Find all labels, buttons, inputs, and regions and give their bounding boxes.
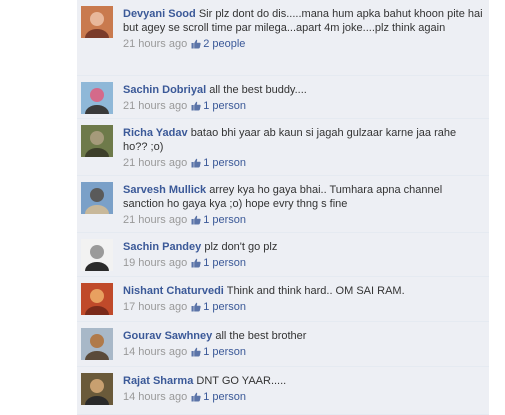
commenter-name[interactable]: Sarvesh Mullick [123, 184, 206, 196]
comment-item: Sachin Pandey plz don't go plz 19 hours … [77, 233, 489, 277]
thumbs-up-icon [191, 39, 201, 49]
thumbs-up-icon [191, 101, 201, 111]
profile-photo-icon [81, 328, 113, 360]
like-count: 1 person [203, 257, 247, 269]
like-count: 1 person [203, 391, 247, 403]
like-count-link[interactable]: 1 person [191, 213, 246, 227]
like-count: 1 person [203, 214, 247, 226]
like-count-link[interactable]: 1 person [191, 300, 246, 314]
profile-photo-icon [81, 373, 113, 405]
like-count-link[interactable]: 1 person [191, 345, 246, 359]
commenter-name[interactable]: Nishant Chaturvedi [123, 285, 224, 297]
profile-photo-icon [81, 283, 113, 315]
profile-photo-icon [81, 182, 113, 214]
comment-text: all the best brother [215, 330, 307, 342]
avatar[interactable] [81, 182, 113, 214]
comment-text: all the best buddy.... [209, 84, 307, 96]
profile-photo-icon [81, 82, 113, 114]
profile-photo-icon [81, 239, 113, 271]
commenter-name[interactable]: Sachin Dobriyal [123, 84, 206, 96]
comment-list: Devyani Sood Sir plz dont do dis.....man… [77, 0, 489, 415]
comment-item: Sarvesh Mullick arrey kya ho gaya bhai..… [77, 176, 489, 233]
comment-item: Richa Yadav batao bhi yaar ab kaun si ja… [77, 119, 489, 176]
comment-timestamp[interactable]: 21 hours ago [123, 99, 187, 113]
comment-item: Gourav Sawhney all the best brother 14 h… [77, 322, 489, 367]
like-count-link[interactable]: 1 person [191, 390, 246, 404]
comment-timestamp[interactable]: 19 hours ago [123, 256, 187, 270]
comment-item: Nishant Chaturvedi Think and think hard.… [77, 277, 489, 322]
comment-timestamp[interactable]: 21 hours ago [123, 37, 187, 51]
avatar[interactable] [81, 283, 113, 315]
comment-item: Devyani Sood Sir plz dont do dis.....man… [77, 0, 489, 76]
profile-photo-icon [81, 125, 113, 157]
like-count-link[interactable]: 1 person [191, 256, 246, 270]
like-count-link[interactable]: 1 person [191, 99, 246, 113]
thumbs-up-icon [191, 158, 201, 168]
comment-timestamp[interactable]: 21 hours ago [123, 156, 187, 170]
comment-text: DNT GO YAAR..... [196, 375, 287, 387]
like-count-link[interactable]: 2 people [191, 37, 245, 51]
commenter-name[interactable]: Gourav Sawhney [123, 330, 212, 342]
comment-timestamp[interactable]: 17 hours ago [123, 300, 187, 314]
comment-item: Sachin Dobriyal all the best buddy.... 2… [77, 76, 489, 119]
avatar[interactable] [81, 328, 113, 360]
thumbs-up-icon [191, 258, 201, 268]
comment-text: plz don't go plz [204, 241, 278, 253]
comment-timestamp[interactable]: 14 hours ago [123, 345, 187, 359]
avatar[interactable] [81, 125, 113, 157]
thumbs-up-icon [191, 392, 201, 402]
avatar[interactable] [81, 373, 113, 405]
profile-photo-icon [81, 6, 113, 38]
like-count-link[interactable]: 1 person [191, 156, 246, 170]
thumbs-up-icon [191, 347, 201, 357]
like-count: 1 person [203, 346, 247, 358]
comment-item: Rajat Sharma DNT GO YAAR..... 14 hours a… [77, 367, 489, 415]
avatar[interactable] [81, 239, 113, 271]
commenter-name[interactable]: Devyani Sood [123, 8, 196, 20]
commenter-name[interactable]: Rajat Sharma [123, 375, 193, 387]
avatar[interactable] [81, 82, 113, 114]
commenter-name[interactable]: Sachin Pandey [123, 241, 201, 253]
like-count: 1 person [203, 301, 247, 313]
like-count: 2 people [203, 38, 246, 50]
avatar[interactable] [81, 6, 113, 38]
comment-timestamp[interactable]: 14 hours ago [123, 390, 187, 404]
like-count: 1 person [203, 100, 247, 112]
like-count: 1 person [203, 157, 247, 169]
thumbs-up-icon [191, 215, 201, 225]
commenter-name[interactable]: Richa Yadav [123, 127, 188, 139]
thumbs-up-icon [191, 302, 201, 312]
comment-timestamp[interactable]: 21 hours ago [123, 213, 187, 227]
comment-text: Think and think hard.. OM SAI RAM. [226, 285, 405, 297]
